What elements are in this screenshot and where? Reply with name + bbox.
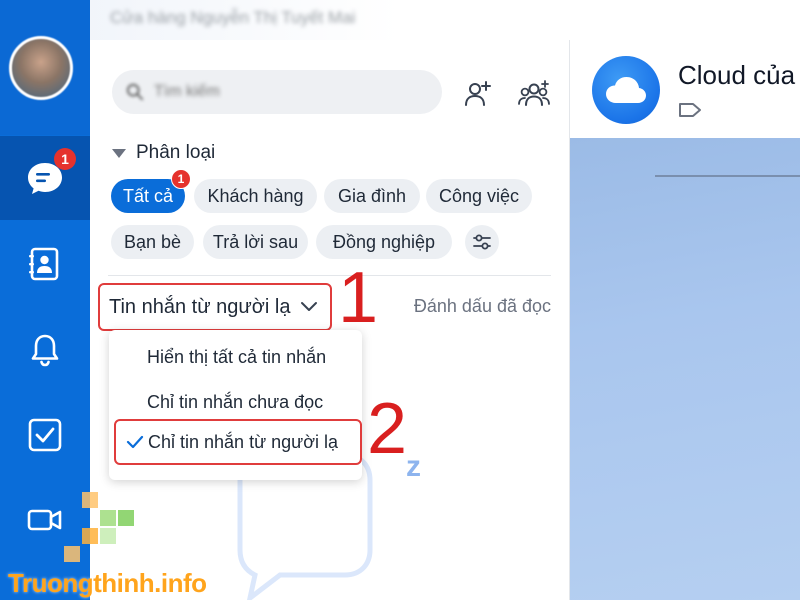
rail-item-contacts[interactable] <box>0 222 90 306</box>
category-heading: Phân loại <box>136 142 216 163</box>
chip-label: Trả lời sau <box>212 231 299 252</box>
avatar[interactable] <box>9 36 73 100</box>
caret-down-icon <box>112 148 126 158</box>
chip-work[interactable]: Công việc <box>426 179 532 213</box>
contact-book-icon <box>29 247 59 281</box>
search-input[interactable] <box>152 82 406 102</box>
watermark-text: Truongthinh.info <box>8 568 207 599</box>
mark-as-read-link[interactable]: Đánh dấu đã đọc <box>414 296 551 317</box>
chip-all[interactable]: Tất cả 1 <box>111 169 191 213</box>
chip-label: Đồng nghiệp <box>332 231 436 252</box>
filter-label: Tin nhắn từ người lạ <box>109 295 291 318</box>
search-box[interactable] <box>112 70 442 114</box>
checkmark-icon <box>126 435 144 449</box>
chip-label: Khách hàng <box>207 185 304 206</box>
chat-header: Cloud của <box>570 40 800 138</box>
chat-title: Cloud của <box>678 60 796 90</box>
rail-item-notifications[interactable] <box>0 308 90 392</box>
cloud-avatar[interactable] <box>592 56 660 124</box>
chip-label: Gia đình <box>337 185 407 206</box>
menu-item-label: Chỉ tin nhắn chưa đọc <box>147 391 324 412</box>
unread-badge: 1 <box>54 148 76 170</box>
menu-item-strangers-only[interactable]: Chỉ tin nhắn từ người lạ <box>114 419 362 465</box>
chip-colleagues[interactable]: Đồng nghiệp <box>316 225 452 259</box>
chip-label: Bạn bè <box>123 231 182 252</box>
chip-friends[interactable]: Bạn bè <box>111 225 194 259</box>
checkbox-icon <box>28 418 62 452</box>
rail-item-todo[interactable] <box>0 393 90 477</box>
account-title: Cửa hàng Nguyễn Thị Tuyết Mai <box>110 8 356 27</box>
sleep-z-icon: z <box>406 450 421 483</box>
video-camera-icon <box>27 509 62 531</box>
chat-area <box>570 138 800 600</box>
search-icon <box>126 83 144 101</box>
add-friend-button[interactable] <box>462 78 494 110</box>
message-filter-dropdown[interactable]: Tin nhắn từ người lạ <box>98 283 332 331</box>
rail-item-messages[interactable]: 1 <box>0 136 90 220</box>
tag-icon[interactable] <box>678 101 702 119</box>
conversation-panel: Cửa hàng Nguyễn Thị Tuyết Mai Phân loại <box>90 0 569 600</box>
sliders-icon <box>473 234 491 250</box>
create-group-button[interactable] <box>518 78 550 110</box>
date-divider-line <box>655 175 800 177</box>
cloud-icon <box>606 77 646 103</box>
divider <box>108 275 551 276</box>
menu-item-show-all[interactable]: Hiển thị tất cả tin nhắn <box>109 334 362 380</box>
add-group-icon <box>518 80 550 106</box>
chip-badge: 1 <box>171 169 191 189</box>
chip-label: Công việc <box>438 185 520 206</box>
chip-customers[interactable]: Khách hàng <box>194 179 317 213</box>
step-1-annotation: 1 <box>338 258 379 338</box>
watermark-suffix: .info <box>154 568 207 598</box>
watermark-brand: Truongthinh <box>8 568 155 598</box>
chip-family[interactable]: Gia đình <box>324 179 420 213</box>
watermark-logo <box>64 492 134 562</box>
menu-item-label: Hiển thị tất cả tin nhắn <box>147 346 327 367</box>
bell-icon <box>31 334 59 367</box>
filter-menu: Hiển thị tất cả tin nhắn Chỉ tin nhắn ch… <box>109 330 362 480</box>
category-toggle[interactable]: Phân loại <box>112 140 215 166</box>
chip-label: Tất cả <box>122 185 174 206</box>
chevron-down-icon <box>301 302 318 311</box>
step-2-annotation: 2 <box>367 389 408 469</box>
manage-categories-button[interactable] <box>465 225 499 259</box>
menu-item-label: Chỉ tin nhắn từ người lạ <box>148 431 339 452</box>
chip-reply-later[interactable]: Trả lời sau <box>203 225 308 259</box>
add-user-icon <box>465 81 491 106</box>
